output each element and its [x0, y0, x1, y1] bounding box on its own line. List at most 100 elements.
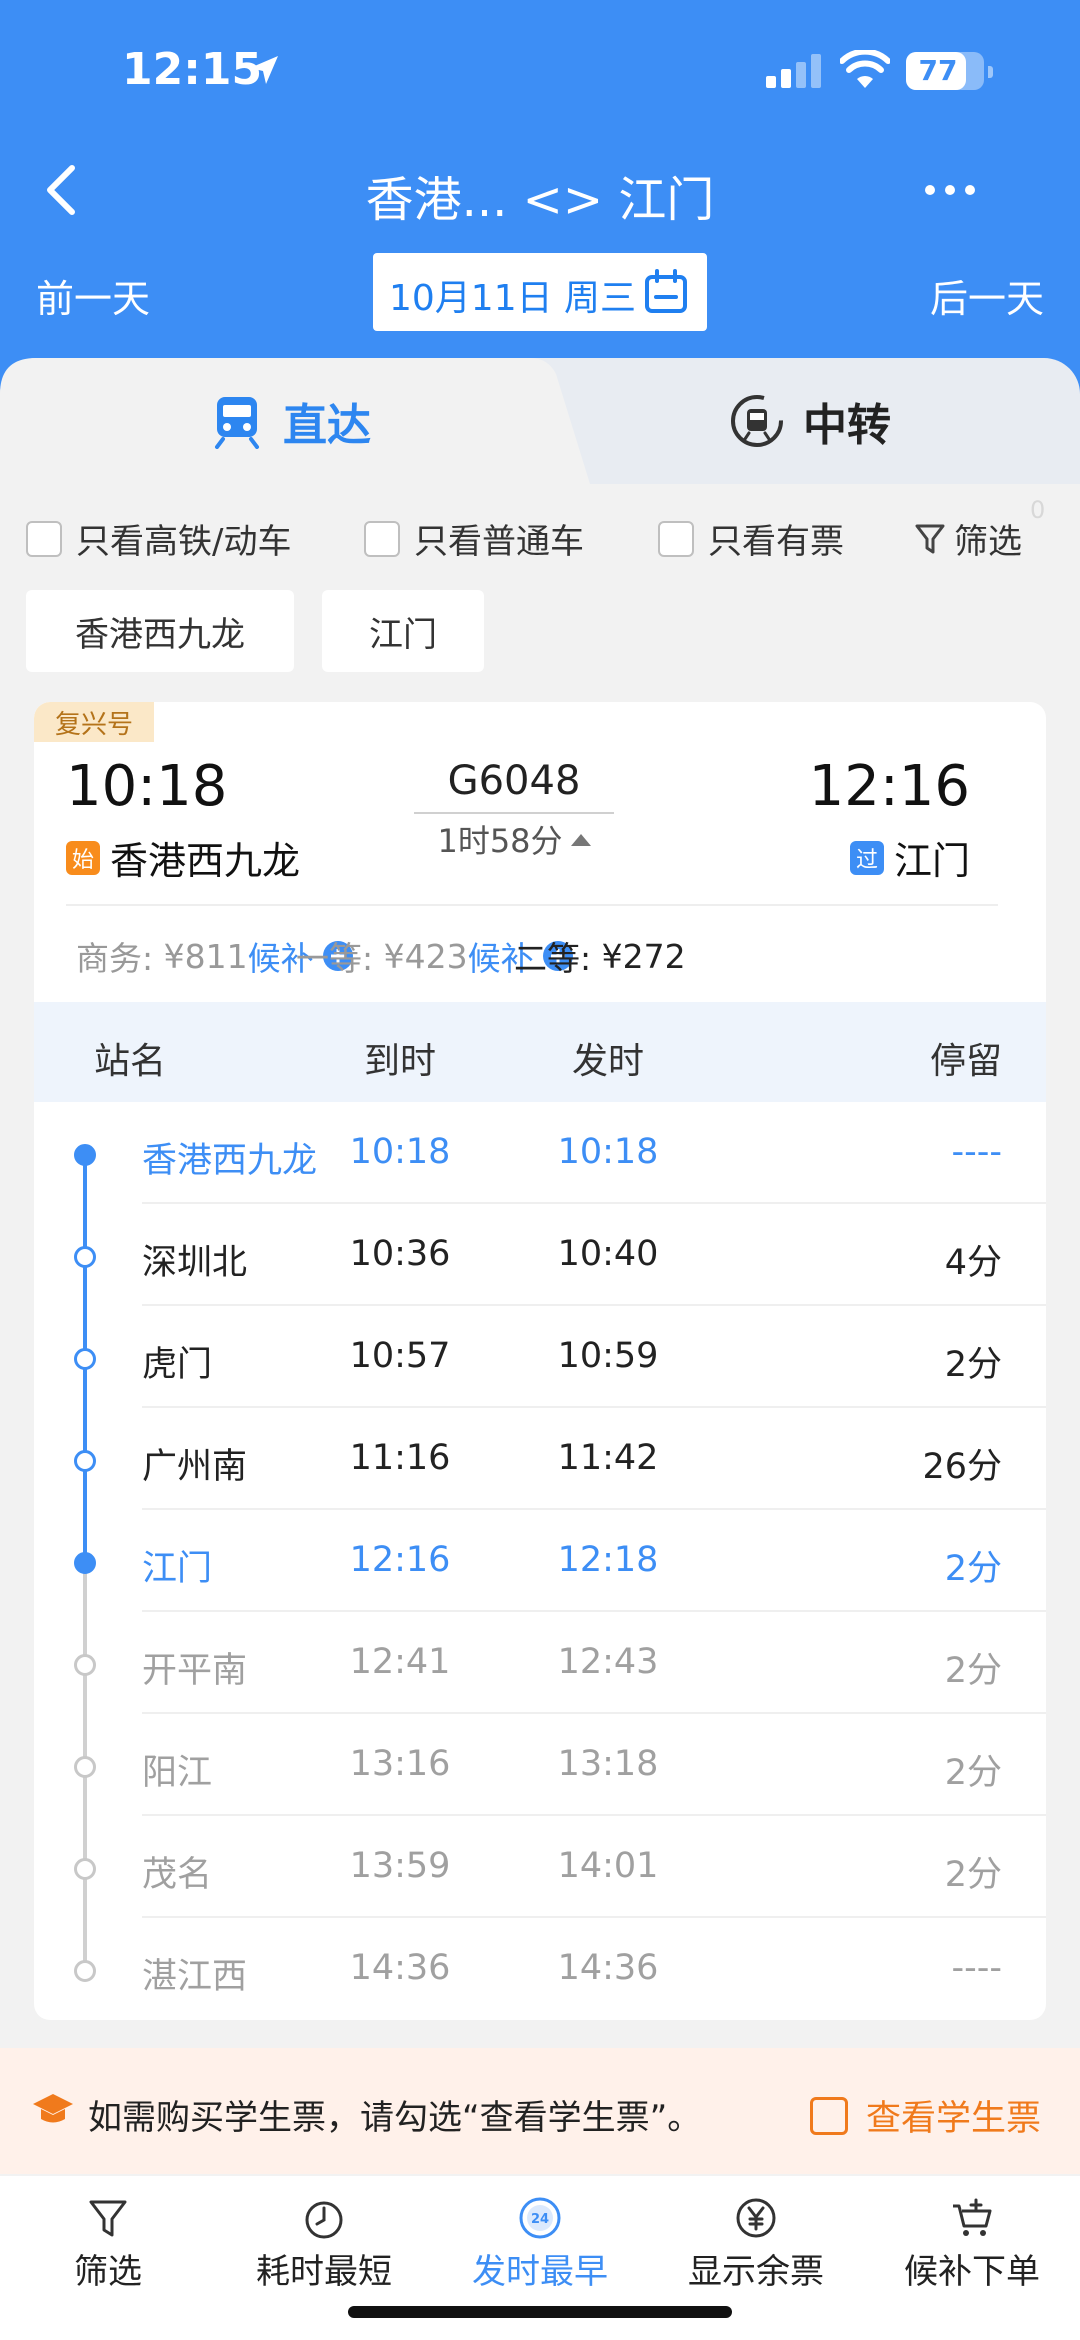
stop-name: 广州南	[142, 1447, 248, 1487]
checkbox-box	[364, 520, 400, 557]
student-ticket-checkbox[interactable]: 查看学生票	[810, 2090, 1041, 2141]
transfer-train-icon	[731, 395, 783, 447]
battery-level: 77	[918, 54, 958, 87]
price-business-value: ¥811	[163, 936, 248, 976]
table-row[interactable]: 湛江西 14:36 14:36 ----	[34, 1918, 1046, 2020]
table-row[interactable]: 阳江 13:16 13:18 2分	[34, 1714, 1046, 1816]
checkbox-box	[658, 520, 694, 557]
stop-name: 开平南	[142, 1651, 248, 1691]
more-icon[interactable]	[922, 170, 978, 210]
toolbar-earliest[interactable]: 24 发时最早	[432, 2196, 648, 2306]
status-bar: 12:15 77	[0, 0, 1080, 140]
tab-transfer-label: 中转	[803, 400, 891, 451]
wifi-icon	[840, 50, 890, 88]
stops-table-header: 站名 到时 发时 停留	[34, 1002, 1046, 1102]
header: 12:15 77 香港... <> 江门 前一天 10月11日 周三 后一天	[0, 0, 1080, 400]
price-business-class: 商务:	[76, 939, 154, 978]
header-arrival: 到时	[363, 1041, 436, 1082]
stop-stay: 2分	[944, 1345, 1002, 1385]
arrival-station-name: 江门	[893, 839, 970, 883]
checkbox-box	[26, 520, 62, 557]
price-second[interactable]: 二等: ¥272	[514, 932, 686, 980]
page-title: 香港... <> 江门	[365, 172, 715, 228]
filter-normal-checkbox[interactable]: 只看普通车	[364, 514, 584, 563]
clock-24-icon: 24	[519, 2197, 561, 2239]
stop-dot	[74, 1756, 96, 1778]
filter-highspeed-checkbox[interactable]: 只看高铁/动车	[26, 514, 291, 563]
departure-station-name: 香港西九龙	[110, 839, 301, 883]
toolbar-remaining-label: 显示余票	[688, 2252, 824, 2292]
prev-day-button[interactable]: 前一天	[36, 268, 150, 323]
toolbar-filter-label: 筛选	[74, 2252, 142, 2292]
price-first-class: 一等:	[296, 939, 374, 978]
train-card[interactable]: 复兴号 10:18 G6048 1时58分 12:16 始 香港西九龙 过 江门…	[34, 702, 1046, 2020]
table-row[interactable]: 开平南 12:41 12:43 2分	[34, 1612, 1046, 1714]
home-indicator	[348, 2306, 732, 2318]
header-departure: 发时	[571, 1041, 644, 1082]
duration-toggle[interactable]: 1时58分	[414, 816, 614, 862]
date-label: 10月11日 周三	[389, 278, 637, 319]
toolbar-waitlist-label: 候补下单	[904, 2252, 1040, 2292]
stop-dot	[74, 1348, 96, 1370]
battery-indicator: 77	[906, 52, 993, 90]
stop-dot	[74, 1144, 96, 1166]
cellular-signal-icon	[766, 54, 821, 88]
table-row[interactable]: 广州南 11:16 11:42 26分	[34, 1408, 1046, 1510]
filter-normal-label: 只看普通车	[414, 522, 584, 562]
stop-departure: 13:18	[557, 1744, 659, 1784]
next-day-button[interactable]: 后一天	[930, 268, 1044, 323]
timer-icon	[305, 2201, 343, 2239]
price-first-value: ¥423	[383, 936, 468, 976]
stop-name: 阳江	[142, 1753, 213, 1793]
toolbar-earliest-label: 发时最早	[472, 2252, 608, 2292]
filter-button[interactable]: 筛选	[914, 514, 1022, 563]
train-number: G6048	[447, 758, 581, 804]
station-chip-destination[interactable]: 江门	[322, 590, 484, 672]
duration-text: 1时58分	[437, 822, 563, 860]
toolbar-remaining[interactable]: 显示余票	[648, 2196, 864, 2306]
table-row[interactable]: 深圳北 10:36 10:40 4分	[34, 1204, 1046, 1306]
stop-name: 湛江西	[142, 1957, 248, 1997]
date-bar: 前一天 10月11日 周三 后一天	[0, 250, 1080, 340]
price-second-value: ¥272	[601, 936, 686, 976]
table-row[interactable]: 虎门 10:57 10:59 2分	[34, 1306, 1046, 1408]
stop-departure: 12:18	[557, 1540, 659, 1580]
pass-badge: 过	[849, 840, 884, 875]
table-row[interactable]: 茂名 13:59 14:01 2分	[34, 1816, 1046, 1918]
yen-icon	[736, 2198, 776, 2238]
stop-arrival: 13:59	[349, 1846, 451, 1886]
stop-dot	[74, 1654, 96, 1676]
arrival-station: 过 江门	[849, 830, 970, 885]
nav-bar: 香港... <> 江门	[0, 140, 1080, 240]
table-row[interactable]: 香港西九龙 10:18 10:18 ----	[34, 1102, 1046, 1204]
svg-text:24: 24	[531, 2212, 549, 2227]
filter-highspeed-label: 只看高铁/动车	[76, 522, 292, 562]
stop-stay: 26分	[922, 1447, 1002, 1487]
student-notice-text: 如需购买学生票，请勾选“查看学生票”。	[88, 2098, 702, 2138]
date-picker[interactable]: 10月11日 周三	[373, 253, 707, 331]
toolbar-filter[interactable]: 筛选	[0, 2196, 216, 2306]
filter-available-checkbox[interactable]: 只看有票	[658, 514, 844, 563]
toolbar-shortest[interactable]: 耗时最短	[216, 2196, 432, 2306]
station-chip-origin[interactable]: 香港西九龙	[26, 590, 294, 672]
stop-departure: 10:59	[557, 1336, 659, 1376]
header-stay: 停留	[929, 1041, 1002, 1082]
tab-direct-label: 直达	[283, 400, 371, 451]
stop-name: 江门	[142, 1549, 213, 1589]
student-ticket-notice: 如需购买学生票，请勾选“查看学生票”。 查看学生票	[0, 2048, 1080, 2174]
stop-arrival: 10:18	[349, 1132, 451, 1172]
stop-arrival: 14:36	[349, 1948, 451, 1988]
toolbar-waitlist[interactable]: 候补下单	[864, 2196, 1080, 2306]
table-row[interactable]: 江门 12:16 12:18 2分	[34, 1510, 1046, 1612]
tab-direct[interactable]: 直达	[80, 358, 500, 484]
stop-dot	[74, 1450, 96, 1472]
filter-available-label: 只看有票	[708, 522, 844, 562]
stop-stay: ----	[951, 1132, 1002, 1172]
stop-arrival: 12:16	[349, 1540, 451, 1580]
stop-arrival: 10:57	[349, 1336, 451, 1376]
stop-departure: 12:43	[557, 1642, 659, 1682]
stop-dot	[74, 1960, 96, 1982]
stop-departure: 10:40	[557, 1234, 659, 1274]
tab-transfer[interactable]: 中转	[600, 358, 1020, 484]
arrival-time: 12:16	[808, 754, 970, 819]
